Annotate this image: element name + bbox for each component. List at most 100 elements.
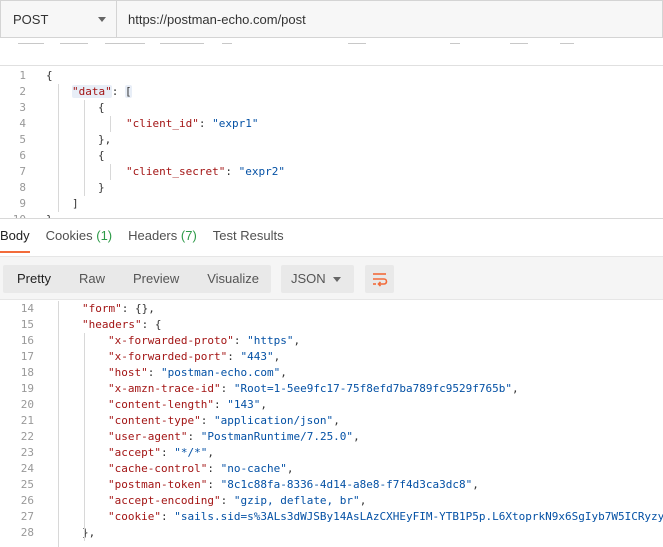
wrap-lines-icon [372,273,387,287]
line-number: 20 [20,398,34,411]
format-select[interactable]: JSON [281,265,354,293]
request-bar: POST https://postman-echo.com/post [0,0,663,40]
code-token: "sails.sid=s%3ALs3dWJSBy14AsLAzCXHEyFIM-… [174,510,663,523]
code-line: "x-forwarded-proto": "https", [108,333,300,349]
line-number: 16 [20,334,34,347]
code-token: "443" [240,350,274,363]
code-line: { [98,148,105,164]
code-token: { [98,101,105,114]
code-token: : { [141,318,162,331]
code-token: : [213,398,228,411]
indent-guide [58,84,59,212]
chevron-down-icon [98,17,106,22]
code-token: "cookie" [108,510,161,523]
code-token: : [220,382,234,395]
response-tabs: Body Cookies (1) Headers (7) Test Result… [0,219,663,255]
code-line: "headers": { [82,317,161,333]
line-number: 3 [19,101,26,114]
line-number: 23 [20,446,34,459]
code-line: "client_secret": "expr2" [126,164,285,180]
view-raw-button[interactable]: Raw [65,265,119,293]
code-token: : [225,165,239,178]
code-token: , [207,446,214,459]
code-token: "expr1" [212,117,259,130]
wrap-lines-button[interactable] [365,265,394,293]
code-token: , [353,430,360,443]
code-token: { [46,69,53,82]
code-token: "content-type" [108,414,201,427]
url-input[interactable]: https://postman-echo.com/post [117,0,663,38]
url-value: https://postman-echo.com/post [128,11,306,27]
line-number: 19 [20,382,34,395]
code-token: ] [72,197,79,210]
tab-test-results[interactable]: Test Results [213,219,284,255]
code-line: "data": [ [72,84,132,100]
line-number: 5 [19,133,26,146]
code-token: , [512,382,519,395]
line-number: 1 [19,69,26,82]
response-view-bar: Pretty Raw Preview Visualize JSON [0,256,663,300]
code-token: "postman-token" [108,478,208,491]
code-token: "no-cache" [220,462,287,475]
code-line: "accept-encoding": "gzip, deflate, br", [108,493,366,509]
code-line: "client_id": "expr1" [126,116,258,132]
code-line: "content-type": "application/json", [108,413,340,429]
line-number: 2 [19,85,26,98]
code-token: "application/json" [213,414,334,427]
format-label: JSON [291,271,326,286]
code-token: } [98,181,105,194]
code-token: }, [98,133,112,146]
code-token: "Root=1-5ee9fc17-75f8efd7ba789fc9529f765… [233,382,512,395]
code-line: { [46,68,53,84]
code-token: "headers" [82,318,142,331]
code-token: "https" [247,334,294,347]
line-number: 7 [19,165,26,178]
code-line: "host": "postman-echo.com", [108,365,287,381]
code-line: "cache-control": "no-cache", [108,461,293,477]
code-token: : [233,334,248,347]
method-select[interactable]: POST [0,0,117,38]
code-token: "cache-control" [108,462,208,475]
code-token: "143" [227,398,261,411]
code-token: "accept" [108,446,161,459]
request-body-editor[interactable]: 1{2 "data": [3{4 "client_id": "expr1" 5}, 6{… [0,66,663,218]
code-token: "data" [72,85,112,98]
code-line: "form": {}, [82,301,155,317]
code-token: "8c1c88fa-8336-4d14-a8e8-f7f4d3ca3dc8" [220,478,473,491]
line-number: 22 [20,430,34,443]
code-line: } [98,180,105,196]
code-token: "client_secret" [126,165,226,178]
code-token: , [286,462,294,475]
code-token: : [198,117,213,130]
response-body-viewer[interactable]: 14 "form": {}, 15 "headers": {16 "x-forwarde… [0,301,663,547]
view-visualize-button[interactable]: Visualize [193,265,273,293]
tab-cookies[interactable]: Cookies (1) [46,219,112,255]
code-token: , [280,366,287,379]
code-token: "postman-echo.com" [161,366,281,379]
tab-label: Body [0,228,30,243]
code-token: , [293,334,301,347]
code-token: "gzip, deflate, br" [233,494,360,507]
view-mode-segmented: Pretty Raw Preview Visualize [3,265,271,293]
tab-headers[interactable]: Headers (7) [128,219,197,255]
code-token: , [260,398,267,411]
code-line: "cookie": "sails.sid=s%3ALs3dWJSBy14AsLA… [108,509,663,525]
code-token: , [273,350,281,363]
code-token: : [200,414,214,427]
code-token: : [111,85,125,98]
view-pretty-button[interactable]: Pretty [3,265,65,293]
indent-guide [110,116,111,132]
code-line: "x-amzn-trace-id": "Root=1-5ee9fc17-75f8… [108,381,519,397]
line-number: 8 [19,181,26,194]
line-number: 6 [19,149,26,162]
indent-guide [110,164,111,180]
code-token: "x-forwarded-port" [108,350,228,363]
line-number: 25 [20,478,34,491]
code-token: , [333,414,340,427]
tab-body[interactable]: Body [0,219,30,255]
tab-label: Headers [128,228,178,243]
indent-guide [84,333,85,541]
view-preview-button[interactable]: Preview [119,265,193,293]
code-token: "host" [108,366,148,379]
line-number: 17 [20,350,34,363]
